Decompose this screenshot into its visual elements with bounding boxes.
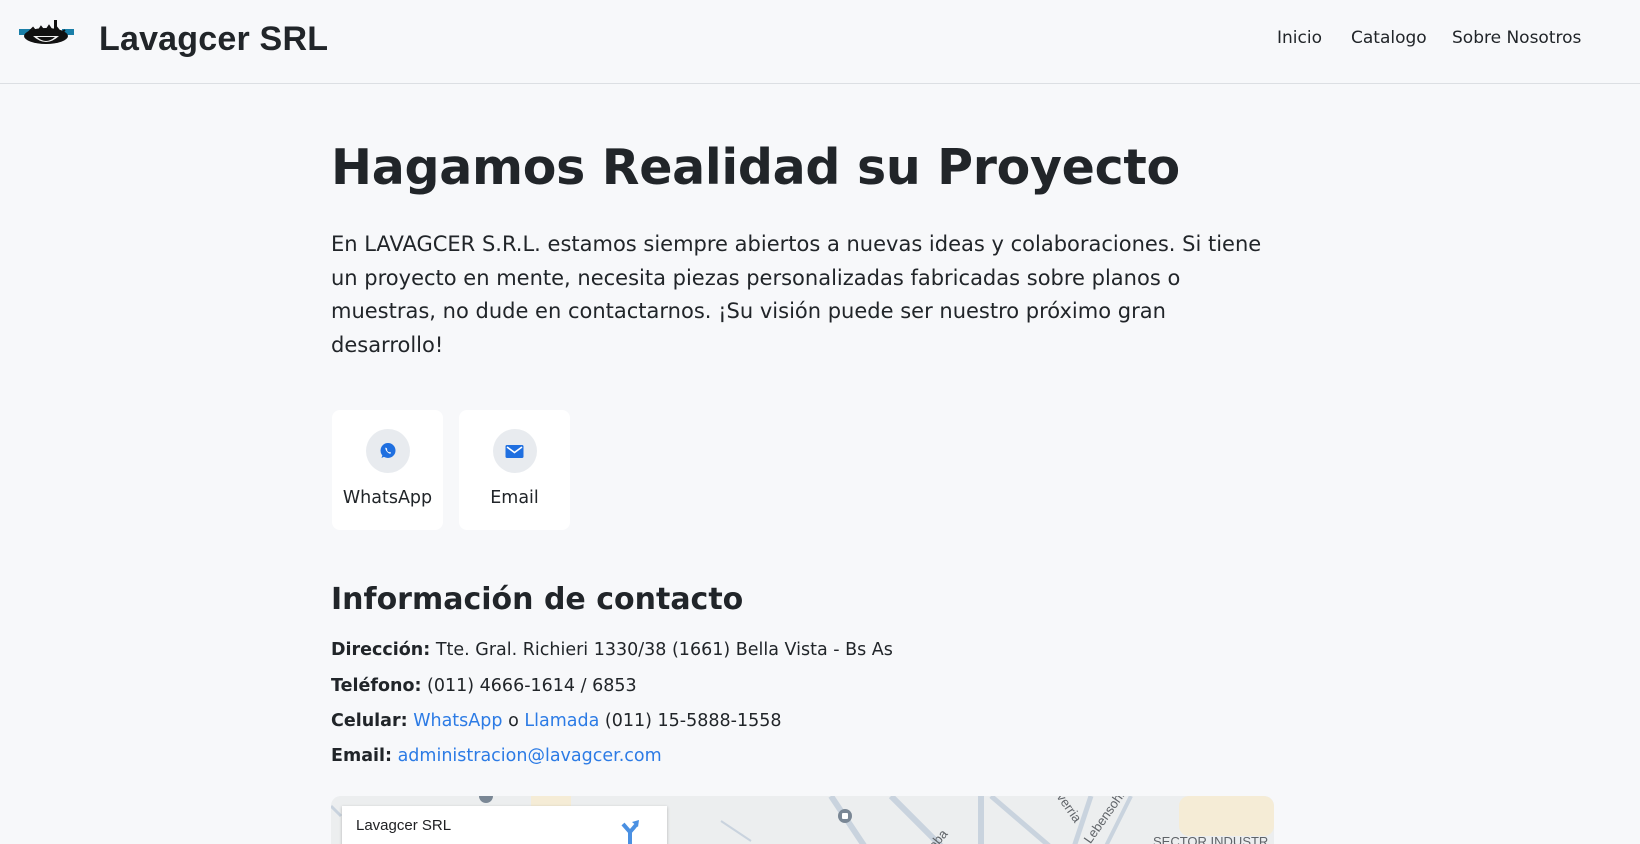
whatsapp-card-label: WhatsApp xyxy=(342,488,433,508)
page-title: Hagamos Realidad su Proyecto xyxy=(331,139,1180,196)
brand-name[interactable]: Lavagcer SRL xyxy=(99,18,328,60)
directions-icon[interactable] xyxy=(619,818,641,844)
phone-value: (011) 4666-1614 / 6853 xyxy=(427,676,637,696)
embedded-map[interactable]: Lavagcer SRL SECTOR INDUSTR verria Leben… xyxy=(331,796,1274,844)
contact-info-title: Información de contacto xyxy=(331,582,744,617)
map-place-name: Lavagcer SRL xyxy=(356,817,452,834)
email-card[interactable]: Email xyxy=(459,410,570,530)
map-place-card[interactable]: Lavagcer SRL xyxy=(342,806,667,844)
email-link[interactable]: administracion@lavagcer.com xyxy=(398,746,662,766)
nav-link-sobre-nosotros[interactable]: Sobre Nosotros xyxy=(1452,28,1581,48)
mail-icon-circle xyxy=(492,429,537,473)
navbar: Lavagcer SRL Inicio Catalogo Sobre Nosot… xyxy=(0,0,1640,84)
hero-description: En LAVAGCER S.R.L. estamos siempre abier… xyxy=(331,232,1262,357)
mail-icon xyxy=(505,444,524,458)
email-row: Email: administracion@lavagcer.com xyxy=(331,744,662,768)
mobile-or-text: o xyxy=(508,711,519,731)
email-card-label: Email xyxy=(490,488,539,508)
address-value: Tte. Gral. Richieri 1330/38 (1661) Bella… xyxy=(435,640,893,660)
mobile-row: Celular: WhatsApp o Llamada (011) 15-588… xyxy=(331,709,781,733)
mobile-whatsapp-link[interactable]: WhatsApp xyxy=(413,711,502,731)
mobile-call-link[interactable]: Llamada xyxy=(524,711,599,731)
mobile-value: (011) 15-5888-1558 xyxy=(604,711,782,731)
whatsapp-icon-circle xyxy=(365,429,410,473)
nav-link-catalogo[interactable]: Catalogo xyxy=(1351,28,1427,48)
phone-label: Teléfono: xyxy=(331,676,422,696)
address-label: Dirección: xyxy=(331,640,431,660)
email-label: Email: xyxy=(331,746,392,766)
address-row: Dirección: Tte. Gral. Richieri 1330/38 (… xyxy=(331,638,893,662)
phone-row: Teléfono: (011) 4666-1614 / 6853 xyxy=(331,674,637,698)
nav-link-inicio[interactable]: Inicio xyxy=(1277,28,1322,48)
map-sector-label: SECTOR INDUSTR xyxy=(1153,834,1269,844)
logo-icon[interactable] xyxy=(19,18,74,52)
mobile-label: Celular: xyxy=(331,711,408,731)
whatsapp-icon xyxy=(380,443,395,458)
whatsapp-card[interactable]: WhatsApp xyxy=(332,410,443,530)
